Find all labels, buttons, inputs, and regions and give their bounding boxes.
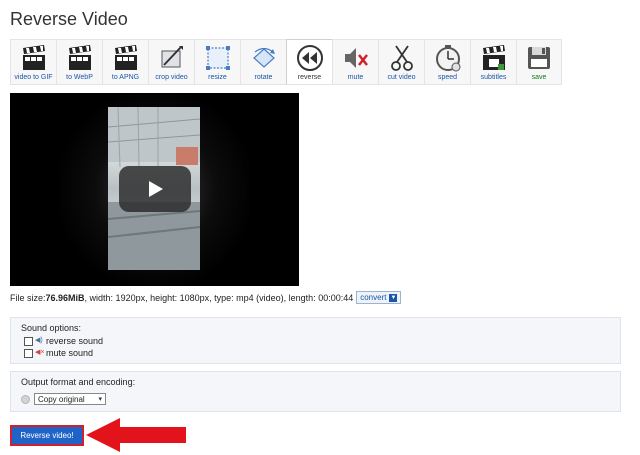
video-player[interactable]: [10, 93, 299, 286]
tool-crop-video[interactable]: crop video: [148, 39, 194, 85]
output-row: Copy original ▾: [21, 393, 106, 405]
tool-speed[interactable]: speed: [424, 39, 470, 85]
tool-label: to WebP: [66, 74, 93, 81]
play-icon: [149, 181, 163, 197]
stopwatch-icon: [435, 45, 460, 72]
tool-label: crop video: [155, 74, 188, 81]
tool-save[interactable]: save: [516, 39, 562, 85]
play-button[interactable]: [119, 166, 191, 212]
clapperboard-icon: [114, 45, 137, 70]
help-icon[interactable]: [21, 394, 30, 404]
output-format-panel: Output format and encoding: Copy origina…: [10, 371, 621, 412]
mute-sound-checkbox[interactable]: [24, 348, 33, 358]
mute-sound-label: mute sound: [46, 348, 94, 358]
encoding-selected: Copy original: [38, 394, 85, 404]
reverse-sound-checkbox[interactable]: [24, 336, 33, 346]
reverse-video-button[interactable]: Reverse video!: [10, 425, 84, 446]
mute-sound-row: ◀× mute sound: [24, 348, 93, 358]
tool-label: mute: [347, 74, 364, 81]
crop-icon: [161, 46, 183, 68]
output-format-title: Output format and encoding:: [21, 377, 136, 387]
sound-options-panel: Sound options: ◀) reverse sound ◀× mute …: [10, 317, 621, 364]
reverse-sound-row: ◀) reverse sound: [24, 336, 103, 346]
speaker-icon: ◀): [35, 337, 43, 344]
tool-cut-video[interactable]: cut video: [378, 39, 424, 85]
clapperboard-icon: [68, 45, 91, 70]
page-title: Reverse Video: [10, 9, 128, 29]
file-info: File size: 76.96MiB, width: 1920px, heig…: [10, 291, 402, 304]
tool-label: video to GIF: [14, 74, 53, 81]
subtitles-icon: [482, 45, 505, 70]
file-size-prefix: File size:: [10, 292, 46, 303]
file-size-value: 76.96MiB: [45, 292, 85, 303]
tool-label: reverse: [297, 74, 322, 81]
tool-label: rotate: [254, 74, 273, 81]
encoding-select[interactable]: Copy original ▾: [34, 393, 106, 405]
tool-label: speed: [437, 74, 458, 81]
tool-label: to APNG: [111, 74, 140, 81]
tool-video-to-gif[interactable]: video to GIF: [10, 39, 56, 85]
tool-resize[interactable]: resize: [194, 39, 240, 85]
speaker-mute-icon: ◀×: [35, 349, 45, 356]
mute-icon: [344, 48, 368, 68]
tool-label: save: [531, 74, 547, 81]
tool-toolbar: video to GIF to WebP to APNG crop video: [10, 39, 562, 87]
convert-label: convert: [360, 293, 387, 302]
chevron-down-icon: ▾: [98, 396, 102, 403]
convert-button[interactable]: convert ▼: [356, 291, 402, 304]
tool-reverse[interactable]: reverse: [286, 39, 332, 85]
tool-subtitles[interactable]: subtitles: [470, 39, 516, 85]
red-arrow-annotation: [86, 418, 186, 452]
tool-label: resize: [208, 74, 227, 81]
sound-options-title: Sound options:: [21, 323, 82, 333]
floppy-disk-icon: [528, 47, 550, 69]
tool-label: cut video: [387, 74, 416, 81]
reverse-sound-label: reverse sound: [46, 336, 104, 346]
tool-rotate[interactable]: rotate: [240, 39, 286, 85]
tool-mute[interactable]: mute: [332, 39, 378, 85]
resize-icon: [205, 46, 230, 70]
arrow-down-icon: ▼: [389, 293, 398, 302]
scissors-icon: [390, 45, 413, 71]
rewind-icon: [296, 45, 323, 71]
tool-to-webp[interactable]: to WebP: [56, 39, 102, 85]
rotate-icon: [252, 47, 275, 68]
tool-to-apng[interactable]: to APNG: [102, 39, 148, 85]
clapperboard-icon: [22, 45, 45, 70]
file-details: , width: 1920px, height: 1080px, type: m…: [84, 292, 354, 303]
tool-label: subtitles: [480, 74, 507, 81]
